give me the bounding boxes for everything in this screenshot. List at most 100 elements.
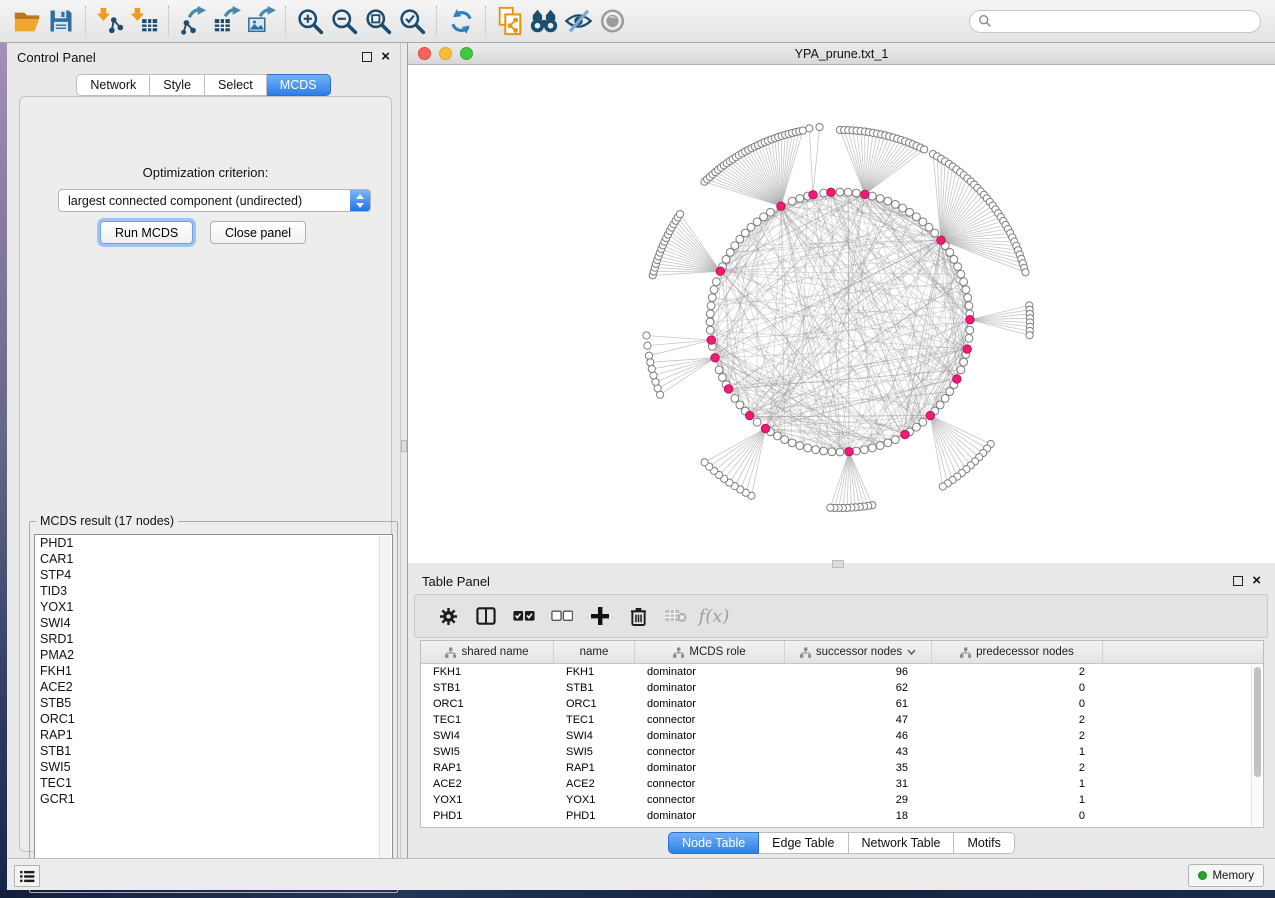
network-leaf-node[interactable]	[647, 359, 654, 366]
show-all-eye-icon[interactable]	[595, 4, 629, 38]
network-hub-node[interactable]	[966, 316, 974, 324]
network-node[interactable]	[715, 366, 723, 374]
vertical-splitter[interactable]	[400, 43, 408, 858]
network-node[interactable]	[753, 418, 761, 426]
mcds-result-item[interactable]: TEC1	[35, 775, 392, 791]
mcds-result-item[interactable]: STB5	[35, 695, 392, 711]
zoom-selected-icon[interactable]	[395, 4, 429, 38]
control-tab-network[interactable]: Network	[76, 74, 150, 96]
refresh-icon[interactable]	[444, 4, 478, 38]
table-row[interactable]: SWI4SWI4dominator462	[421, 728, 1263, 744]
mcds-result-item[interactable]: STB1	[35, 743, 392, 759]
network-node[interactable]	[965, 302, 973, 310]
network-node[interactable]	[950, 255, 958, 263]
network-hub-node[interactable]	[845, 447, 853, 455]
network-node[interactable]	[852, 189, 860, 197]
scrollbar-thumb[interactable]	[1254, 667, 1261, 777]
network-hub-node[interactable]	[716, 267, 724, 275]
network-leaf-node[interactable]	[676, 210, 683, 217]
network-node[interactable]	[960, 358, 968, 366]
close-panel-icon[interactable]: ×	[381, 52, 390, 62]
mcds-result-item[interactable]: PHD1	[35, 535, 392, 551]
mcds-result-item[interactable]: ORC1	[35, 711, 392, 727]
network-node[interactable]	[860, 446, 868, 454]
network-node[interactable]	[706, 326, 714, 334]
network-hub-node[interactable]	[761, 424, 769, 432]
control-tab-style[interactable]: Style	[150, 74, 205, 96]
search-input[interactable]	[998, 14, 1252, 28]
deselect-all-icon[interactable]	[543, 610, 581, 622]
table-row[interactable]: FKH1FKH1dominator962	[421, 664, 1263, 680]
network-node[interactable]	[828, 448, 836, 456]
network-leaf-node[interactable]	[643, 332, 650, 339]
control-tab-mcds[interactable]: MCDS	[267, 74, 331, 96]
network-node[interactable]	[946, 388, 954, 396]
mcds-result-item[interactable]: SRD1	[35, 631, 392, 647]
network-window-titlebar[interactable]: YPA_prune.txt_1	[408, 43, 1275, 65]
network-node[interactable]	[965, 334, 973, 342]
first-neighbors-icon[interactable]	[527, 4, 561, 38]
import-table-icon[interactable]	[127, 4, 161, 38]
network-graph[interactable]	[408, 65, 1275, 563]
mcds-result-item[interactable]: PMA2	[35, 647, 392, 663]
run-mcds-button[interactable]: Run MCDS	[100, 221, 193, 244]
network-hub-node[interactable]	[926, 411, 934, 419]
mcds-result-item[interactable]: STP4	[35, 567, 392, 583]
mcds-result-list[interactable]: PHD1CAR1STP4TID3YOX1SWI4SRD1PMA2FKH1ACE2…	[34, 534, 393, 888]
network-node[interactable]	[868, 192, 876, 200]
show-column-panel-icon[interactable]	[467, 607, 505, 625]
table-row[interactable]: ORC1ORC1dominator610	[421, 696, 1263, 712]
mcds-result-item[interactable]: CAR1	[35, 551, 392, 567]
column-header-successor-nodes[interactable]: successor nodes	[785, 641, 932, 663]
column-header-predecessor-nodes[interactable]: predecessor nodes	[932, 641, 1103, 663]
network-leaf-node[interactable]	[1026, 332, 1033, 339]
network-node[interactable]	[876, 442, 884, 450]
network-hub-node[interactable]	[827, 188, 835, 196]
network-hub-node[interactable]	[953, 375, 961, 383]
network-node[interactable]	[781, 436, 789, 444]
network-leaf-node[interactable]	[921, 146, 928, 153]
column-header-shared-name[interactable]: shared name	[421, 641, 554, 663]
table-tab-network-table[interactable]: Network Table	[849, 832, 955, 854]
network-node[interactable]	[964, 294, 972, 302]
export-network-icon[interactable]	[176, 4, 210, 38]
splitter-grip[interactable]	[401, 440, 407, 452]
mcds-result-item[interactable]: FKH1	[35, 663, 392, 679]
network-hub-node[interactable]	[745, 411, 753, 419]
zoom-in-icon[interactable]	[293, 4, 327, 38]
network-node[interactable]	[773, 432, 781, 440]
mcds-result-item[interactable]: ACE2	[35, 679, 392, 695]
network-hub-node[interactable]	[937, 236, 945, 244]
network-node[interactable]	[710, 286, 718, 294]
network-hub-node[interactable]	[861, 190, 869, 198]
float-panel-icon[interactable]	[1233, 576, 1243, 586]
network-node[interactable]	[726, 248, 734, 256]
export-image-icon[interactable]	[244, 4, 278, 38]
network-leaf-node[interactable]	[827, 504, 834, 511]
network-node[interactable]	[836, 188, 844, 196]
network-leaf-node[interactable]	[806, 125, 813, 132]
network-node[interactable]	[718, 373, 726, 381]
column-header-MCDS-role[interactable]: MCDS role	[635, 641, 785, 663]
float-panel-icon[interactable]	[362, 52, 372, 62]
table-row[interactable]: TEC1TEC1connector472	[421, 712, 1263, 728]
mcds-result-item[interactable]: RAP1	[35, 727, 392, 743]
import-network-icon[interactable]	[93, 4, 127, 38]
select-all-icon[interactable]	[505, 610, 543, 622]
mcds-result-item[interactable]: SWI5	[35, 759, 392, 775]
network-hub-node[interactable]	[963, 345, 971, 353]
mcds-list-scrollbar[interactable]	[379, 536, 391, 886]
network-node[interactable]	[788, 197, 796, 205]
network-node[interactable]	[868, 444, 876, 452]
hide-selected-eye-slash-icon[interactable]	[561, 4, 595, 38]
network-node[interactable]	[708, 294, 716, 302]
network-leaf-node[interactable]	[648, 365, 655, 372]
network-node[interactable]	[804, 444, 812, 452]
network-hub-node[interactable]	[707, 336, 715, 344]
network-leaf-node[interactable]	[701, 459, 708, 466]
splitter-grip[interactable]	[832, 560, 844, 568]
table-row[interactable]: SWI5SWI5connector431	[421, 744, 1263, 760]
function-builder-icon[interactable]: f(x)	[695, 606, 733, 627]
table-row[interactable]: ACE2ACE2connector311	[421, 776, 1263, 792]
mcds-result-item[interactable]: TID3	[35, 583, 392, 599]
